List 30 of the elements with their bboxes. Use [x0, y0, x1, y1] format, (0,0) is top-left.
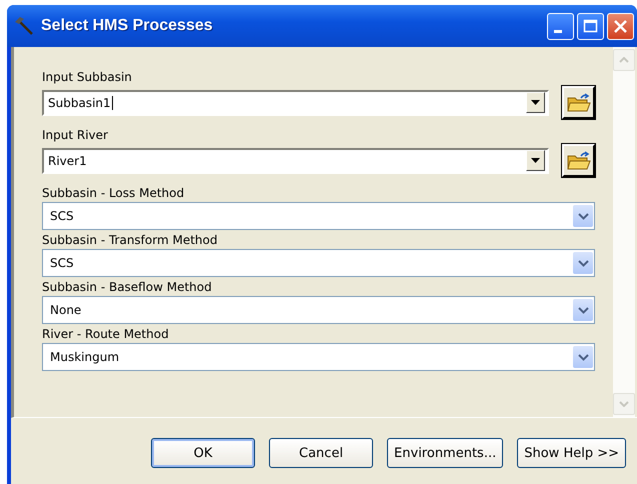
field-label: Input River [42, 127, 109, 144]
close-button[interactable] [607, 12, 634, 40]
minimize-icon [554, 30, 562, 32]
window-title: Select HMS Processes [41, 17, 214, 35]
minimize-button[interactable] [547, 12, 574, 40]
field-label: Subbasin - Baseflow Method [42, 279, 213, 296]
chevron-down-icon[interactable] [573, 299, 593, 321]
dialog-button[interactable]: Cancel [269, 438, 374, 468]
browse-button[interactable] [562, 144, 595, 177]
chevron-down-icon[interactable] [573, 252, 593, 274]
chevron-down-icon[interactable] [573, 346, 593, 368]
field-label: Subbasin - Transform Method [42, 232, 218, 249]
dialog-button[interactable]: Show Help >> [517, 438, 626, 468]
combo-box[interactable]: Subbasin1 [42, 90, 549, 116]
combo-box[interactable]: River1 [42, 148, 549, 174]
dialog-button[interactable]: Environments... [387, 438, 504, 468]
folder-icon [566, 92, 590, 112]
chevron-down-icon[interactable] [573, 205, 593, 227]
maximize-button[interactable] [577, 12, 604, 40]
folder-icon [566, 150, 590, 170]
dropdown[interactable]: None [42, 296, 595, 324]
field-label: Subbasin - Loss Method [42, 185, 186, 202]
dropdown[interactable]: Muskingum [42, 343, 595, 371]
dialog-button[interactable]: OK [151, 438, 256, 468]
dropdown[interactable]: SCS [42, 249, 595, 277]
field-label: Input Subbasin [42, 69, 133, 86]
browse-button[interactable] [562, 86, 595, 119]
field-label: River - Route Method [42, 326, 170, 343]
hammer-icon [13, 16, 35, 36]
dropdown[interactable]: SCS [42, 202, 595, 230]
